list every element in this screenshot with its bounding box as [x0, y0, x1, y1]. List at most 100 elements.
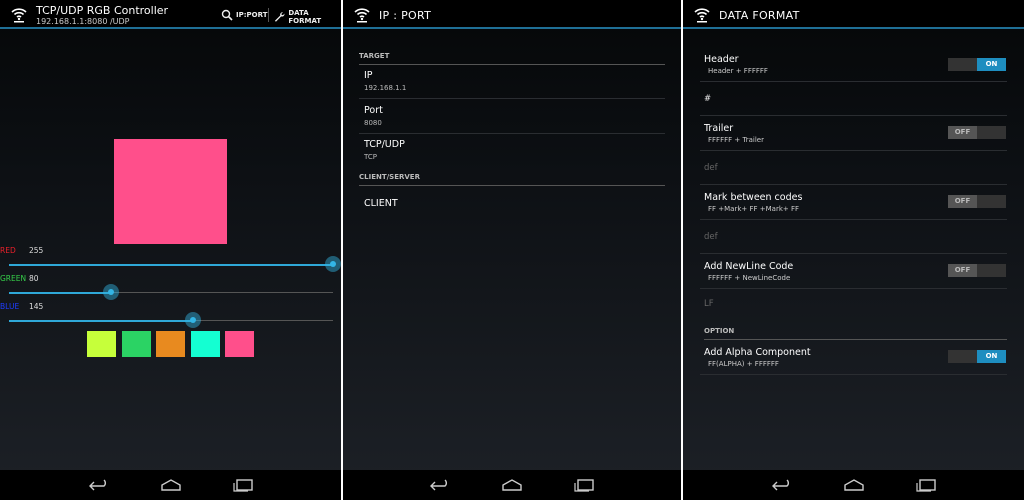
wifi-icon [694, 6, 710, 23]
pref-title: Port [364, 105, 383, 116]
search-icon [221, 9, 233, 21]
action-bar: IP : PORT [343, 0, 681, 29]
pref-title: Trailer [704, 123, 734, 134]
pref-newline-value: LF [700, 289, 1007, 319]
pref-mark-value: def [700, 220, 1007, 254]
app-title: TCP/UDP RGB Controller [36, 4, 169, 17]
red-slider-thumb[interactable] [325, 256, 341, 272]
color-swatch[interactable] [87, 331, 116, 357]
navigation-bar [683, 470, 1024, 500]
trailer-toggle[interactable]: OFF [948, 126, 1006, 139]
pref-value: def [704, 232, 718, 242]
pref-port[interactable]: Port 8080 [359, 100, 665, 134]
red-slider-track[interactable] [9, 256, 341, 272]
color-swatch[interactable] [225, 331, 254, 357]
color-swatch[interactable] [156, 331, 185, 357]
navigation-bar [343, 470, 681, 500]
section-header-client-server: CLIENT/SERVER [359, 173, 665, 186]
pref-summary: FF +Mark+ FF +Mark+ FF [708, 205, 800, 213]
pref-summary: TCP [364, 153, 377, 161]
pref-value: # [704, 94, 712, 104]
data-format-screen: DATA FORMAT Header Header + FFFFFF ON # … [683, 0, 1024, 500]
blue-slider-label: BLUE [0, 302, 20, 311]
pref-alpha[interactable]: Add Alpha Component FF(ALPHA) + FFFFFF O… [700, 341, 1007, 375]
pref-value: def [704, 163, 718, 173]
pref-title: TCP/UDP [364, 139, 405, 150]
color-swatch[interactable] [122, 331, 151, 357]
ip-port-screen: IP : PORT TARGET IP 192.168.1.1 Port 808… [343, 0, 681, 500]
section-header-target: TARGET [359, 52, 665, 65]
rgb-controller-screen: TCP/UDP RGB Controller 192.168.1.1:8080 … [0, 0, 341, 500]
red-slider-fill [9, 263, 333, 266]
green-slider-thumb[interactable] [102, 284, 119, 300]
screen-title: IP : PORT [379, 9, 432, 22]
ip-port-action[interactable]: IP:PORT [221, 9, 267, 21]
green-slider-track[interactable] [9, 284, 333, 300]
home-icon[interactable] [843, 478, 865, 492]
color-swatch[interactable] [191, 331, 220, 357]
pref-trailer[interactable]: Trailer FFFFFF + Trailer OFF [700, 116, 1007, 151]
blue-slider-value: 145 [29, 302, 44, 311]
pref-summary: Header + FFFFFF [708, 67, 768, 75]
pref-trailer-value: def [700, 151, 1007, 185]
wifi-icon [354, 6, 370, 23]
section-header-option: OPTION [704, 327, 1007, 340]
toggle-state: OFF [948, 264, 977, 277]
data-format-action-label: DATA FORMAT [288, 9, 322, 25]
pref-value: LF [704, 299, 714, 309]
blue-slider-track[interactable] [9, 312, 333, 328]
toggle-state: OFF [948, 195, 977, 208]
data-format-action[interactable]: DATA FORMAT [274, 9, 341, 25]
pref-title: Header [704, 54, 739, 65]
toggle-state: ON [977, 58, 1006, 71]
pref-title: Mark between codes [704, 192, 803, 203]
blue-slider-thumb[interactable] [185, 312, 202, 328]
recent-apps-icon[interactable] [915, 478, 937, 492]
pref-summary: FFFFFF + Trailer [708, 136, 764, 144]
back-icon[interactable] [429, 478, 451, 492]
pref-newline[interactable]: Add NewLine Code FFFFFF + NewLineCode OF… [700, 254, 1007, 289]
mark-toggle[interactable]: OFF [948, 195, 1006, 208]
ip-port-action-label: IP:PORT [236, 11, 268, 19]
action-bar: DATA FORMAT [683, 0, 1024, 29]
wifi-icon [11, 6, 27, 23]
screen-title: DATA FORMAT [719, 9, 800, 22]
color-preview [114, 139, 227, 244]
pref-protocol[interactable]: TCP/UDP TCP [359, 134, 665, 168]
blue-slider-fill [9, 319, 194, 322]
green-slider-label: GREEN [0, 274, 27, 283]
pref-title: IP [364, 70, 373, 81]
green-slider-value: 80 [29, 274, 39, 283]
pref-header-value[interactable]: # [700, 82, 1007, 116]
back-icon[interactable] [88, 478, 110, 492]
pref-ip[interactable]: IP 192.168.1.1 [359, 65, 665, 99]
pref-title: Add NewLine Code [704, 261, 794, 272]
back-icon[interactable] [771, 478, 793, 492]
red-slider-value: 255 [29, 246, 44, 255]
pref-summary: FF(ALPHA) + FFFFFF [708, 360, 779, 368]
red-slider-label: RED [0, 246, 16, 255]
pref-header[interactable]: Header Header + FFFFFF ON [700, 47, 1007, 82]
home-icon[interactable] [160, 478, 182, 492]
pref-title: Add Alpha Component [704, 347, 811, 358]
pref-summary: 192.168.1.1 [364, 84, 407, 92]
navigation-bar [0, 470, 341, 500]
toggle-state: ON [977, 350, 1006, 363]
green-slider-fill [9, 291, 111, 294]
recent-apps-icon[interactable] [232, 478, 254, 492]
pref-summary: FFFFFF + NewLineCode [708, 274, 791, 282]
action-divider [268, 8, 269, 22]
action-bar: TCP/UDP RGB Controller 192.168.1.1:8080 … [0, 0, 341, 29]
pref-summary: 8080 [364, 119, 382, 127]
alpha-toggle[interactable]: ON [948, 350, 1006, 363]
pref-title: CLIENT [364, 198, 398, 209]
newline-toggle[interactable]: OFF [948, 264, 1006, 277]
wrench-icon [274, 12, 285, 22]
connection-subtitle: 192.168.1.1:8080 /UDP [36, 17, 130, 26]
pref-mark[interactable]: Mark between codes FF +Mark+ FF +Mark+ F… [700, 185, 1007, 220]
header-toggle[interactable]: ON [948, 58, 1006, 71]
toggle-state: OFF [948, 126, 977, 139]
pref-client-server[interactable]: CLIENT [359, 190, 665, 224]
home-icon[interactable] [501, 478, 523, 492]
recent-apps-icon[interactable] [573, 478, 595, 492]
